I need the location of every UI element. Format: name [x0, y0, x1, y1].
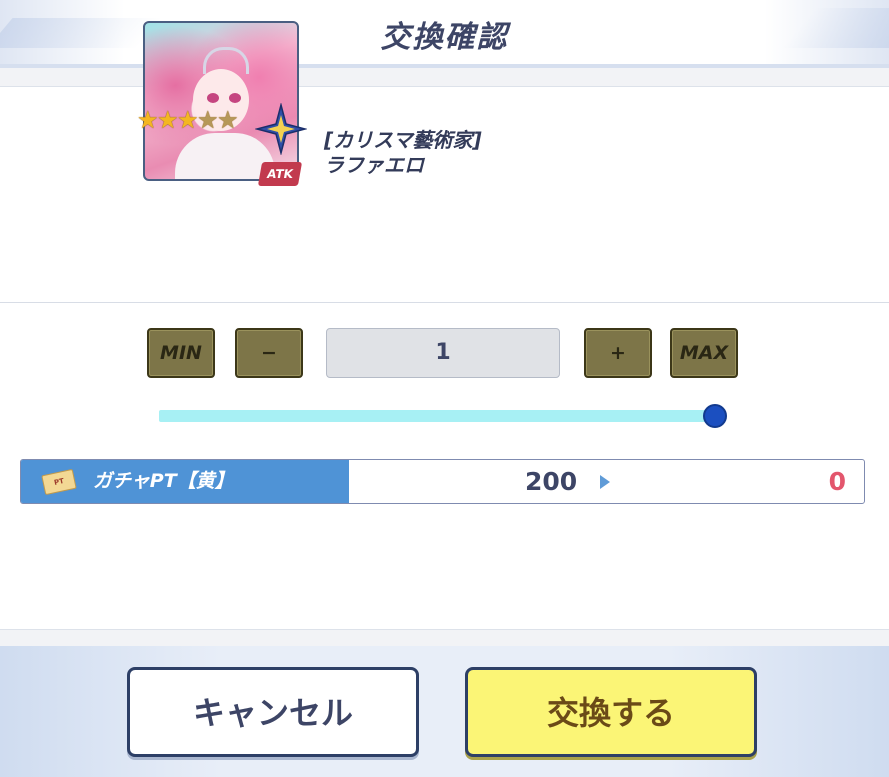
section-divider [0, 302, 889, 303]
currency-after-value: 0 [828, 467, 846, 496]
portrait-eye [229, 93, 241, 103]
star-empty-icon: ★ [217, 106, 239, 134]
portrait-eye [207, 93, 219, 103]
atk-badge: ATK [257, 162, 303, 186]
quantity-slider-handle[interactable] [703, 404, 727, 428]
dialog-title: 交換確認 [380, 20, 509, 55]
cancel-button[interactable]: キャンセル [127, 667, 419, 757]
minus-button[interactable]: − [235, 328, 303, 378]
max-button[interactable]: MAX [670, 328, 738, 378]
plus-button[interactable]: + [584, 328, 652, 378]
item-name: [カリスマ藝術家] ラファエロ [324, 128, 482, 178]
character-portrait[interactable] [143, 21, 299, 181]
sparkle-attribute-icon [255, 103, 307, 155]
rarity-stars: ★ ★ ★ ★ ★ [137, 108, 239, 134]
item-character-name: ラファエロ [324, 153, 424, 177]
item-title: [カリスマ藝術家] [324, 128, 482, 152]
arrow-right-icon [600, 475, 610, 489]
exchange-button[interactable]: 交換する [465, 667, 757, 757]
currency-row: PT ガチャPT【黄】 200 0 [20, 459, 865, 504]
min-button[interactable]: MIN [147, 328, 215, 378]
quantity-slider-track[interactable] [159, 410, 715, 422]
dialog-header: 交換確認 [0, 0, 889, 68]
currency-name: ガチャPT【黄】 [93, 470, 234, 492]
currency-current-value: 200 [525, 467, 578, 496]
quantity-field[interactable]: 1 [326, 328, 560, 378]
